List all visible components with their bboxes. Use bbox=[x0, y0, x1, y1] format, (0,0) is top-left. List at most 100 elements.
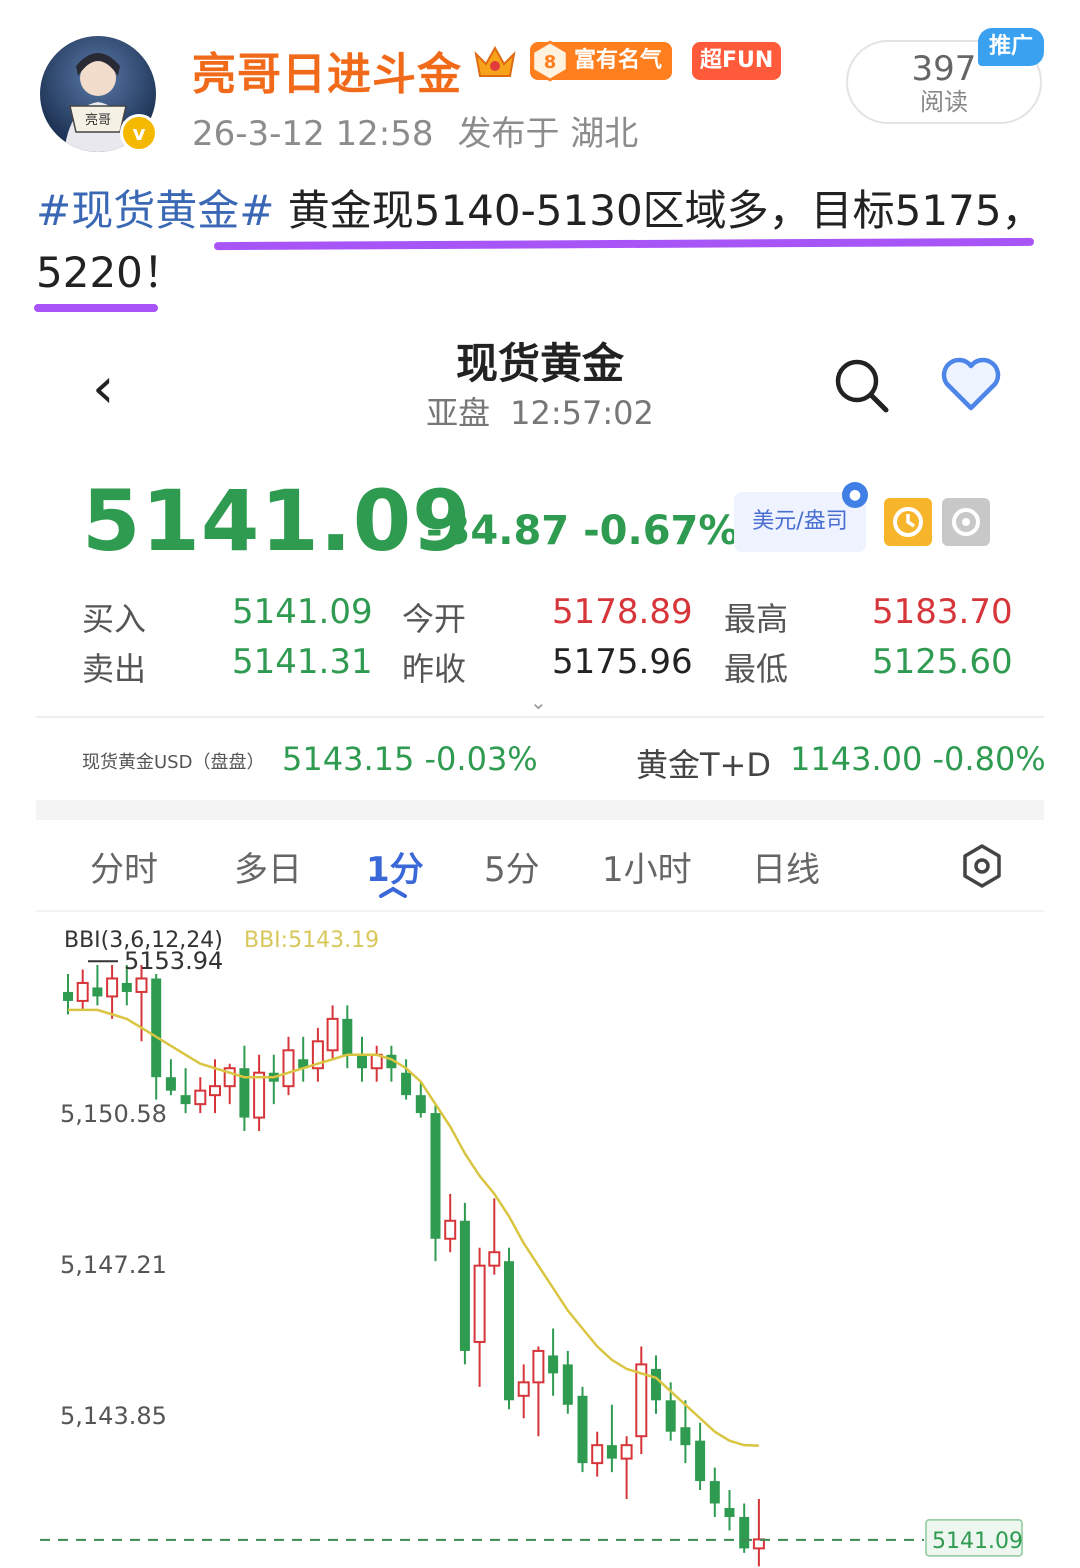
candle-body bbox=[326, 1017, 339, 1052]
candle-body bbox=[135, 977, 148, 993]
candle-body bbox=[548, 1355, 559, 1374]
tab-daily[interactable]: 日线 bbox=[752, 842, 820, 891]
candle-body bbox=[488, 1251, 501, 1267]
candle-body bbox=[709, 1481, 720, 1504]
quote-time: 12:57:02 bbox=[510, 394, 654, 432]
related-value-2: 1143.00 -0.80% bbox=[790, 740, 1046, 778]
y-tick-label: 5,150.58 bbox=[60, 1100, 167, 1128]
candle-body bbox=[357, 1054, 367, 1069]
verified-badge-icon: v bbox=[120, 114, 158, 152]
candle-body bbox=[517, 1381, 530, 1397]
candle-body bbox=[739, 1516, 750, 1549]
change-percent: -0.67% bbox=[583, 508, 739, 554]
alert-icon[interactable] bbox=[884, 498, 932, 546]
y-tick-label: 5,147.21 bbox=[60, 1251, 167, 1279]
candle-body bbox=[591, 1444, 604, 1465]
level-number: 8 bbox=[544, 52, 557, 73]
prev-close-value: 5175.96 bbox=[552, 642, 693, 682]
candle-body bbox=[165, 1077, 176, 1091]
candle-body bbox=[680, 1427, 691, 1446]
high-label: 最高 bbox=[724, 600, 789, 638]
y-tick-label: 5,143.85 bbox=[60, 1402, 167, 1430]
candle-body bbox=[282, 1049, 295, 1088]
section-gap bbox=[36, 800, 1044, 820]
low-label: 最低 bbox=[724, 650, 789, 688]
chat-bubble-icon: ● bbox=[842, 482, 868, 508]
candle-body bbox=[151, 978, 162, 1078]
candle-body bbox=[76, 981, 89, 1002]
change-value: -34.87 bbox=[426, 508, 570, 554]
open-value: 5178.89 bbox=[552, 592, 693, 632]
post-meta: 26-3-12 12:58 发布于 湖北 bbox=[192, 106, 638, 155]
candle-body bbox=[651, 1368, 661, 1401]
candle-body bbox=[106, 977, 119, 998]
prev-close-label: 昨收 bbox=[402, 650, 467, 688]
candle-body bbox=[209, 1085, 221, 1097]
candle-body bbox=[180, 1095, 191, 1105]
hashtag-link[interactable]: #现货黄金# bbox=[36, 186, 274, 235]
favorite-heart-icon[interactable] bbox=[940, 356, 1002, 412]
tab-1min[interactable]: 1分 bbox=[366, 842, 424, 891]
candle-body bbox=[194, 1089, 207, 1106]
last-price-tag: 5141.09 bbox=[932, 1529, 1023, 1554]
buy-value: 5141.09 bbox=[232, 592, 373, 632]
candle-body bbox=[562, 1364, 573, 1405]
gear-icon bbox=[952, 508, 980, 536]
candle-body bbox=[665, 1400, 676, 1432]
last-price: 5141.09 bbox=[82, 472, 472, 570]
active-tab-indicator bbox=[379, 886, 407, 898]
reads-label: 阅读 bbox=[920, 88, 968, 116]
compare-icon[interactable] bbox=[942, 498, 990, 546]
sell-label: 卖出 bbox=[82, 650, 147, 688]
level-badge-icon: 8 bbox=[531, 40, 569, 82]
chevron-down-icon[interactable]: ⌄ bbox=[530, 690, 547, 714]
tab-1hour[interactable]: 1小时 bbox=[602, 842, 692, 891]
candle-body bbox=[532, 1349, 545, 1384]
divider bbox=[36, 716, 1044, 718]
candle-body bbox=[620, 1444, 633, 1460]
related-name-1[interactable]: 现货黄金USD（盘盘） bbox=[82, 748, 264, 774]
instrument-title: 现货黄金 bbox=[455, 339, 624, 388]
candle-body bbox=[577, 1395, 588, 1464]
crown-icon bbox=[474, 45, 516, 77]
candle-body bbox=[415, 1095, 426, 1114]
price-change: -34.87 -0.67% bbox=[426, 508, 738, 554]
screenshot: { "post": { "username": "亮哥日进斗金", "badge… bbox=[0, 0, 1080, 1568]
tab-5min[interactable]: 5分 bbox=[484, 842, 540, 891]
candle-body bbox=[444, 1219, 457, 1240]
candle-body bbox=[695, 1440, 706, 1482]
candle-body bbox=[504, 1261, 514, 1401]
promo-badge[interactable]: 推广 bbox=[978, 28, 1044, 66]
candle-body bbox=[606, 1445, 617, 1459]
related-name-2[interactable]: 黄金T+D bbox=[636, 740, 771, 786]
related-value-1: 5143.15 -0.03% bbox=[282, 740, 538, 778]
session-info: 亚盘 12:57:02 bbox=[0, 388, 1080, 434]
high-value: 5183.70 bbox=[872, 592, 1013, 632]
candle-body bbox=[63, 991, 73, 1001]
candle-body bbox=[92, 987, 103, 997]
candle-body bbox=[253, 1071, 266, 1119]
low-value: 5125.60 bbox=[872, 642, 1013, 682]
candle-body bbox=[724, 1507, 735, 1517]
chart-settings-icon[interactable] bbox=[958, 842, 1006, 890]
max-marker-label: 5153.94 bbox=[124, 947, 223, 975]
buy-label: 买入 bbox=[82, 600, 147, 638]
candlestick-chart[interactable]: 5,150.58 5,147.21 5,143.85 5153.94 5141.09 bbox=[0, 940, 1080, 1568]
post-location: 发布于 湖北 bbox=[457, 114, 639, 154]
tab-multiday[interactable]: 多日 bbox=[234, 842, 302, 891]
candle-body bbox=[401, 1072, 412, 1096]
divider bbox=[36, 910, 1044, 912]
tab-intraday[interactable]: 分时 bbox=[90, 842, 158, 891]
clock-alert-icon bbox=[893, 507, 923, 537]
candle-body bbox=[342, 1018, 353, 1055]
sell-value: 5141.31 bbox=[232, 642, 373, 682]
open-label: 今开 bbox=[402, 600, 467, 638]
highlight-underline bbox=[34, 304, 158, 312]
post-timestamp: 26-3-12 12:58 bbox=[192, 114, 434, 154]
search-icon[interactable] bbox=[832, 356, 890, 414]
candle-body bbox=[121, 982, 132, 992]
candle-body bbox=[459, 1220, 470, 1351]
candle-body bbox=[430, 1113, 441, 1239]
username[interactable]: 亮哥日进斗金 bbox=[192, 38, 462, 102]
fun-badge: 超FUN bbox=[692, 42, 782, 80]
